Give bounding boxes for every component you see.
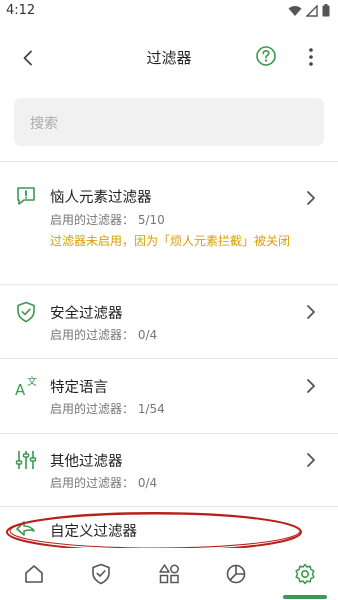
shield-check-icon xyxy=(17,301,35,323)
chevron-right-icon xyxy=(307,305,315,319)
filter-name: 特定语言 xyxy=(50,380,108,396)
home-icon[interactable] xyxy=(22,562,46,586)
filter-name: 安全过滤器 xyxy=(50,306,123,322)
comment-alert-icon xyxy=(17,187,35,205)
filter-warning: 过滤器未启用，因为「烦人元素拦截」被关闭 xyxy=(50,234,291,248)
bottom-navigation xyxy=(0,548,338,600)
page-title: 过滤器 xyxy=(146,49,192,67)
sliders-icon xyxy=(15,451,37,469)
status-bar: 4:12 xyxy=(0,0,338,24)
stats-icon[interactable] xyxy=(224,562,248,586)
nav-active-indicator xyxy=(283,595,327,599)
chevron-right-icon xyxy=(307,191,315,205)
search-input[interactable]: 搜索 xyxy=(14,98,324,146)
filter-name: 恼人元素过滤器 xyxy=(50,190,152,206)
status-time: 4:12 xyxy=(6,3,36,18)
protection-icon[interactable] xyxy=(89,562,113,586)
filter-row-language[interactable]: A 文 特定语言 启用的过滤器： 1/54 xyxy=(0,359,338,433)
filter-name: 其他过滤器 xyxy=(50,454,123,470)
filter-name: 自定义过滤器 xyxy=(50,524,137,540)
more-vertical-icon xyxy=(309,48,313,66)
battery-icon xyxy=(322,4,330,17)
settings-icon[interactable] xyxy=(293,562,317,586)
filter-count: 启用的过滤器： 1/54 xyxy=(50,402,165,416)
apps-icon[interactable] xyxy=(157,562,181,586)
toolbar: 过滤器 xyxy=(0,36,338,80)
filter-row-annoyance[interactable]: 恼人元素过滤器 启用的过滤器： 5/10 过滤器未启用，因为「烦人元素拦截」被关… xyxy=(0,162,338,284)
more-options-button[interactable] xyxy=(303,44,319,70)
custom-filter-icon xyxy=(16,521,35,536)
chevron-right-icon xyxy=(307,379,315,393)
help-icon[interactable] xyxy=(255,45,277,67)
svg-text:文: 文 xyxy=(27,375,37,388)
wifi-icon xyxy=(288,5,302,16)
svg-text:A: A xyxy=(15,381,26,398)
filter-count: 启用的过滤器： 0/4 xyxy=(50,476,158,490)
filter-row-security[interactable]: 安全过滤器 启用的过滤器： 0/4 xyxy=(0,285,338,358)
filter-row-other[interactable]: 其他过滤器 启用的过滤器： 0/4 xyxy=(0,434,338,506)
search-placeholder: 搜索 xyxy=(30,116,58,132)
filter-count: 启用的过滤器： 5/10 xyxy=(50,213,165,227)
status-icons xyxy=(288,4,330,17)
chevron-right-icon xyxy=(307,453,315,467)
signal-icon xyxy=(306,4,318,17)
filter-row-custom[interactable]: 自定义过滤器 xyxy=(0,507,338,548)
translate-icon: A 文 xyxy=(15,375,37,398)
filter-count: 启用的过滤器： 0/4 xyxy=(50,328,158,342)
